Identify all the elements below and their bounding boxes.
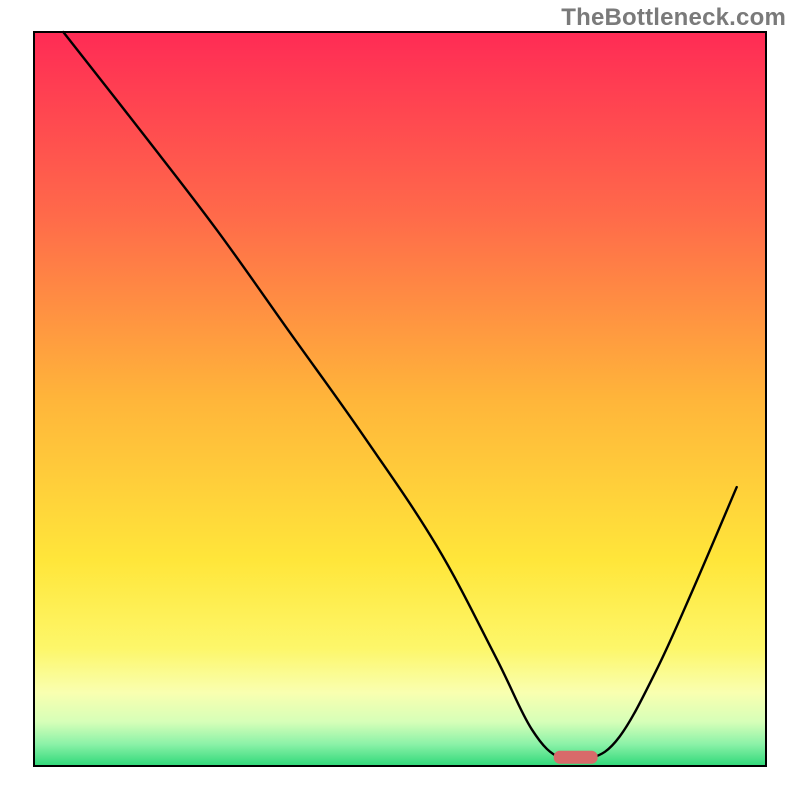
watermark-text: TheBottleneck.com	[561, 4, 786, 32]
optimum-marker	[554, 751, 598, 764]
chart-container: TheBottleneck.com	[0, 0, 800, 800]
bottleneck-chart	[0, 0, 800, 800]
plot-background	[34, 32, 766, 766]
